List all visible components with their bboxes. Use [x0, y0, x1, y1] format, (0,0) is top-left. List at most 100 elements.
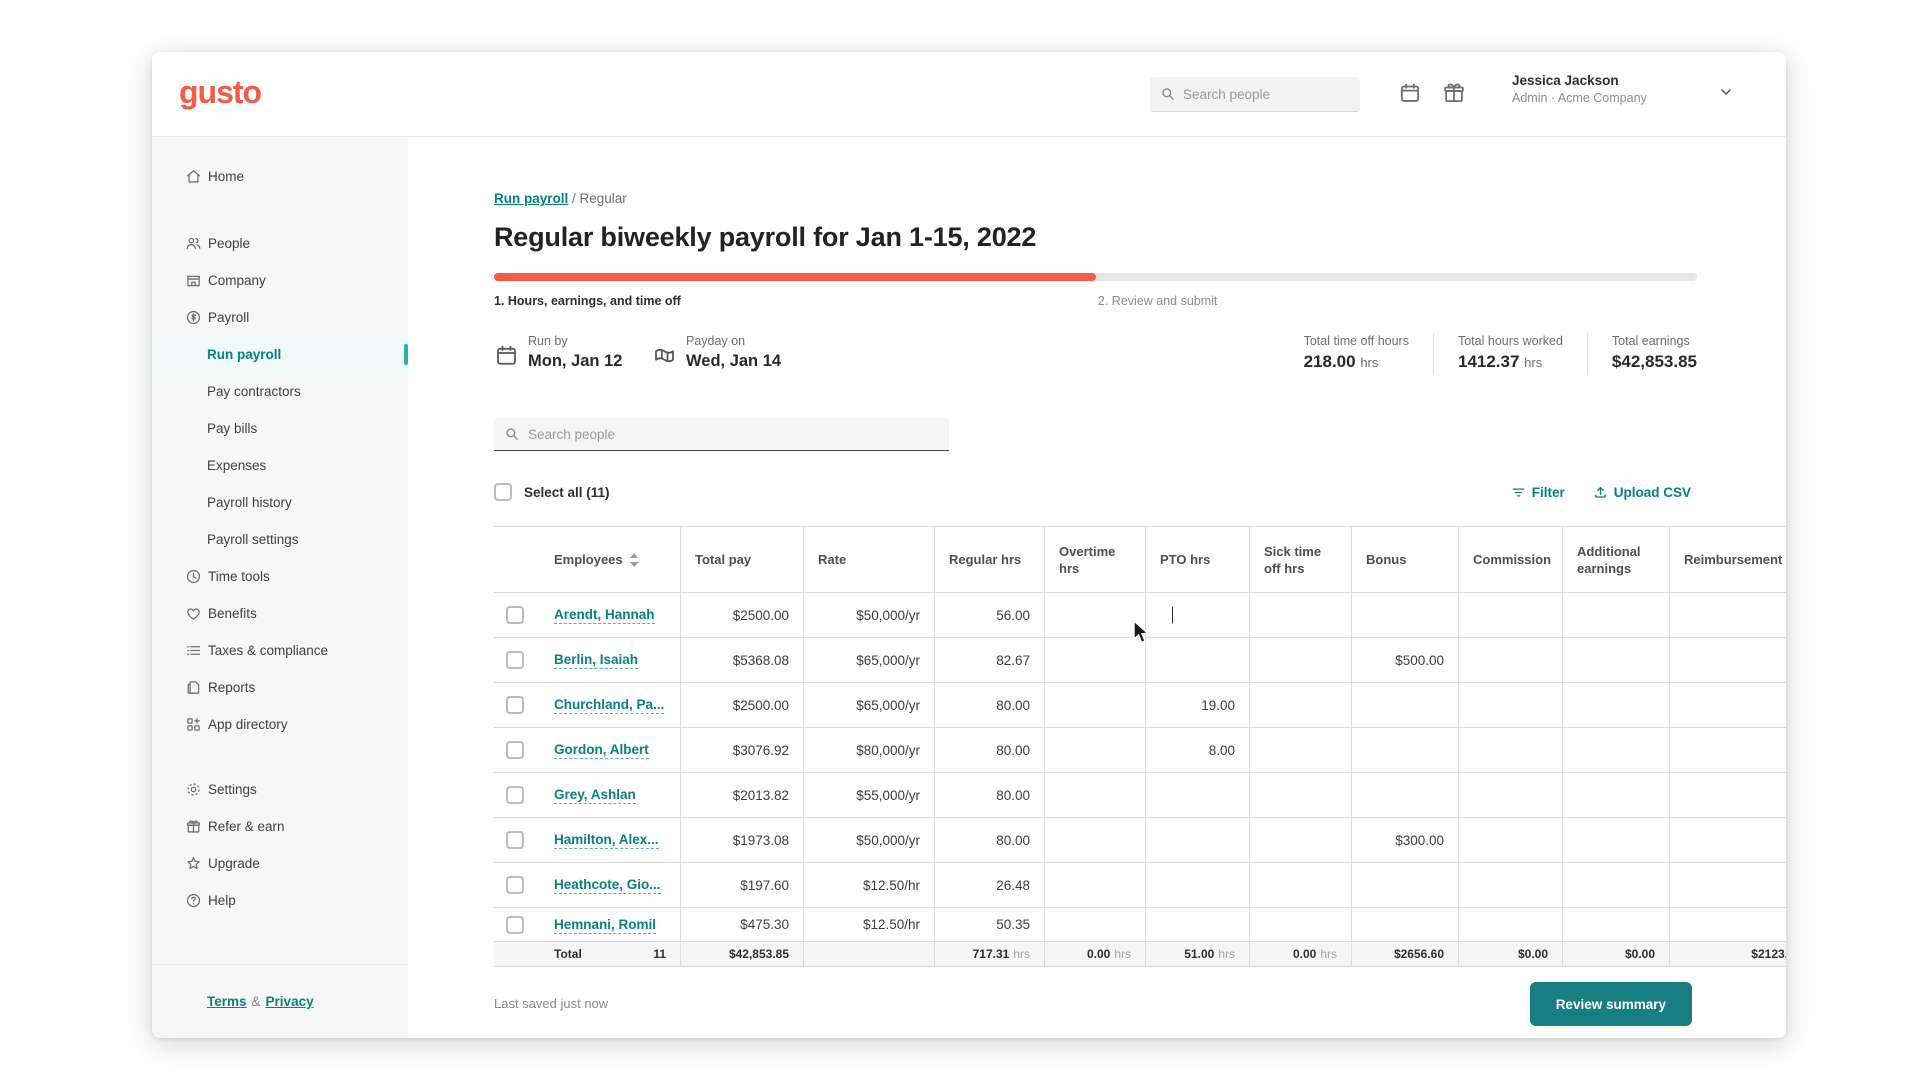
cell-sick-hrs[interactable]: [1249, 773, 1351, 817]
cell-reimbursement[interactable]: [1669, 638, 1786, 682]
cell-overtime-hrs[interactable]: [1044, 638, 1145, 682]
header-search-input[interactable]: [1183, 87, 1350, 102]
sidebar-item-reports[interactable]: Reports: [152, 669, 408, 706]
gift-icon[interactable]: [1442, 81, 1466, 105]
sidebar-item-pay-contractors[interactable]: Pay contractors: [152, 373, 408, 410]
column-header-employees[interactable]: Employees: [540, 527, 680, 592]
cell-regular-hrs[interactable]: 82.67: [934, 638, 1044, 682]
cell-bonus[interactable]: [1351, 863, 1458, 907]
cell-bonus[interactable]: [1351, 593, 1458, 637]
sidebar-item-benefits[interactable]: Benefits: [152, 595, 408, 632]
review-summary-button[interactable]: Review summary: [1530, 982, 1692, 1026]
cell-overtime-hrs[interactable]: [1044, 728, 1145, 772]
cell-pto-hrs[interactable]: [1145, 773, 1249, 817]
cell-additional[interactable]: [1562, 818, 1669, 862]
cell-pto-hrs[interactable]: [1145, 818, 1249, 862]
cell-regular-hrs[interactable]: 80.00: [934, 728, 1044, 772]
cell-commission[interactable]: [1458, 593, 1562, 637]
sidebar-item-people[interactable]: People: [152, 225, 408, 262]
cell-commission[interactable]: [1458, 683, 1562, 727]
cell-overtime-hrs[interactable]: [1044, 908, 1145, 941]
sidebar-item-settings[interactable]: Settings: [152, 771, 408, 808]
cell-bonus[interactable]: $300.00: [1351, 818, 1458, 862]
cell-pto-hrs[interactable]: [1145, 863, 1249, 907]
employee-link[interactable]: Churchland, Pa...: [554, 696, 664, 714]
cell-sick-hrs[interactable]: [1249, 593, 1351, 637]
cell-commission[interactable]: [1458, 908, 1562, 941]
sidebar-item-home[interactable]: Home: [152, 158, 408, 195]
row-checkbox[interactable]: [506, 741, 524, 759]
cell-commission[interactable]: [1458, 863, 1562, 907]
row-checkbox[interactable]: [506, 606, 524, 624]
cell-overtime-hrs[interactable]: [1044, 683, 1145, 727]
cell-sick-hrs[interactable]: [1249, 818, 1351, 862]
cell-sick-hrs[interactable]: [1249, 728, 1351, 772]
cell-reimbursement[interactable]: [1669, 773, 1786, 817]
cell-sick-hrs[interactable]: [1249, 908, 1351, 941]
sidebar-item-payroll[interactable]: Payroll: [152, 299, 408, 336]
cell-additional[interactable]: [1562, 728, 1669, 772]
sidebar-item-run-payroll[interactable]: Run payroll: [152, 336, 408, 373]
cell-regular-hrs[interactable]: 50.35: [934, 908, 1044, 941]
sidebar-item-app-directory[interactable]: App directory: [152, 706, 408, 743]
cell-reimbursement[interactable]: [1669, 728, 1786, 772]
cell-reimbursement[interactable]: [1669, 908, 1786, 941]
cell-reimbursement[interactable]: [1669, 818, 1786, 862]
cell-commission[interactable]: [1458, 638, 1562, 682]
cell-overtime-hrs[interactable]: [1044, 593, 1145, 637]
header-search[interactable]: [1150, 77, 1360, 112]
employee-link[interactable]: Grey, Ashlan: [554, 786, 636, 804]
sidebar-item-payroll-settings[interactable]: Payroll settings: [152, 521, 408, 558]
sidebar-item-pay-bills[interactable]: Pay bills: [152, 410, 408, 447]
cell-pto-hrs[interactable]: [1145, 638, 1249, 682]
cell-bonus[interactable]: [1351, 728, 1458, 772]
cell-reimbursement[interactable]: [1669, 593, 1786, 637]
cell-bonus[interactable]: [1351, 908, 1458, 941]
cell-pto-hrs[interactable]: [1145, 908, 1249, 941]
cell-pto-hrs[interactable]: 19.00: [1145, 683, 1249, 727]
cell-bonus[interactable]: [1351, 683, 1458, 727]
select-all-checkbox[interactable]: [494, 483, 512, 501]
cell-commission[interactable]: [1458, 728, 1562, 772]
cell-reimbursement[interactable]: [1669, 863, 1786, 907]
cell-pto-hrs[interactable]: 8.00: [1145, 728, 1249, 772]
cell-overtime-hrs[interactable]: [1044, 863, 1145, 907]
sidebar-item-company[interactable]: Company: [152, 262, 408, 299]
filter-button[interactable]: Filter: [1511, 485, 1565, 500]
cell-regular-hrs[interactable]: 26.48: [934, 863, 1044, 907]
breadcrumb-run-payroll-link[interactable]: Run payroll: [494, 191, 568, 206]
sidebar-item-refer-earn[interactable]: Refer & earn: [152, 808, 408, 845]
row-checkbox[interactable]: [506, 876, 524, 894]
cell-additional[interactable]: [1562, 863, 1669, 907]
cell-regular-hrs[interactable]: 80.00: [934, 773, 1044, 817]
cell-regular-hrs[interactable]: 56.00: [934, 593, 1044, 637]
cell-commission[interactable]: [1458, 818, 1562, 862]
row-checkbox[interactable]: [506, 651, 524, 669]
sidebar-item-time-tools[interactable]: Time tools: [152, 558, 408, 595]
table-search[interactable]: [494, 418, 949, 451]
row-checkbox[interactable]: [506, 696, 524, 714]
cell-regular-hrs[interactable]: 80.00: [934, 683, 1044, 727]
sidebar-item-taxes[interactable]: Taxes & compliance: [152, 632, 408, 669]
sidebar-item-payroll-history[interactable]: Payroll history: [152, 484, 408, 521]
employee-link[interactable]: Berlin, Isaiah: [554, 651, 638, 669]
sidebar-item-help[interactable]: Help: [152, 882, 408, 919]
user-menu[interactable]: Jessica Jackson Admin · Acme Company: [1512, 72, 1647, 107]
sidebar-item-expenses[interactable]: Expenses: [152, 447, 408, 484]
employee-link[interactable]: Hamilton, Alex...: [554, 831, 659, 849]
cell-commission[interactable]: [1458, 773, 1562, 817]
row-checkbox[interactable]: [506, 916, 524, 934]
sort-icon[interactable]: [629, 553, 639, 567]
terms-link[interactable]: Terms: [207, 994, 247, 1009]
privacy-link[interactable]: Privacy: [266, 994, 314, 1009]
cell-additional[interactable]: [1562, 908, 1669, 941]
cell-additional[interactable]: [1562, 683, 1669, 727]
employee-link[interactable]: Arendt, Hannah: [554, 606, 655, 624]
cell-bonus[interactable]: [1351, 773, 1458, 817]
employee-link[interactable]: Hemnani, Romil: [554, 916, 656, 934]
cell-additional[interactable]: [1562, 593, 1669, 637]
cell-regular-hrs[interactable]: 80.00: [934, 818, 1044, 862]
calendar-icon[interactable]: [1398, 81, 1422, 105]
cell-sick-hrs[interactable]: [1249, 863, 1351, 907]
table-search-input[interactable]: [528, 427, 939, 442]
